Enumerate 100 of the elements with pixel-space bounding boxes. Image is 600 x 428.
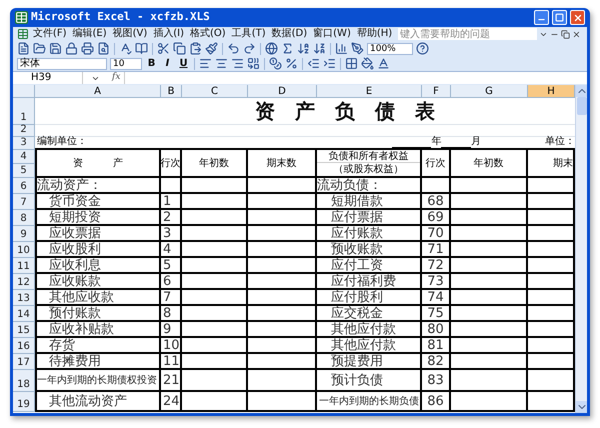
pen-icon[interactable] [351,42,364,55]
row-header[interactable]: 3 [13,137,35,150]
column-header[interactable]: B [161,85,182,98]
align-left-icon[interactable] [199,57,212,70]
help-search-field[interactable]: 键入需要帮助的问题 [398,28,538,40]
sort-ascending-icon[interactable] [297,42,310,55]
row-header[interactable]: 11 [13,258,35,274]
row-header[interactable]: 14 [13,306,35,322]
save-icon[interactable] [49,42,62,55]
table-cell [248,322,317,338]
row-header[interactable]: 5 [13,164,35,178]
help-icon[interactable] [416,42,429,55]
vertical-scrollbar[interactable] [575,85,587,413]
row-header[interactable]: 12 [13,274,35,290]
menu-item[interactable]: 编辑(E) [70,28,109,40]
undo-icon[interactable] [227,42,240,55]
row-header[interactable]: 17 [13,354,35,370]
column-header[interactable]: C [182,85,248,98]
row-header[interactable]: 4 [13,150,35,164]
lock-icon[interactable] [65,42,78,55]
table-cell [182,226,248,242]
column-header[interactable]: H [528,85,575,98]
table-cell: 应付股利 [317,290,422,306]
print-icon[interactable] [81,42,94,55]
format-button[interactable]: B [145,57,158,70]
table-cell [161,178,182,194]
table-cell: 流动负债： [317,178,422,194]
column-header[interactable]: F [422,85,451,98]
spelling-icon[interactable] [119,42,132,55]
merge-icon[interactable] [247,57,260,70]
zoom-field[interactable]: 100% [367,42,413,54]
align-right-icon[interactable] [231,57,244,70]
row-header[interactable]: 16 [13,338,35,354]
scroll-up-icon[interactable] [576,85,587,97]
menu-item[interactable]: 窗口(W) [311,28,353,40]
row-header[interactable]: 10 [13,242,35,258]
coins-icon[interactable] [269,57,282,70]
menu-item[interactable]: 文件(F) [30,28,68,40]
scroll-thumb[interactable] [577,97,587,115]
row-header[interactable]: 9 [13,226,35,242]
menu-item[interactable]: 格式(O) [188,28,228,40]
menu-item[interactable]: 数据(D) [270,28,310,40]
column-header[interactable]: G [451,85,528,98]
row-header[interactable]: 18 [13,370,35,392]
function-label[interactable]: fx [108,71,124,85]
folder-icon[interactable] [33,42,46,55]
outdent-icon[interactable] [307,57,320,70]
close-icon[interactable] [572,30,581,38]
format-button[interactable]: U [177,57,190,70]
menu-item[interactable]: 插入(I) [151,28,186,40]
close-button[interactable] [570,10,585,25]
row-header[interactable]: 6 [13,178,35,194]
scroll-down-icon[interactable] [576,401,587,413]
minimize-button[interactable] [534,10,549,25]
name-box[interactable]: H39 [13,72,83,84]
row-header[interactable]: 19 [13,392,35,412]
column-header[interactable]: D [248,85,317,98]
cut-icon[interactable] [157,42,170,55]
font-field[interactable]: 宋体 [17,58,107,70]
new-file-icon[interactable] [17,42,30,55]
row-header[interactable]: 2 [13,125,35,137]
workbook-icon[interactable] [17,28,29,40]
paste-icon[interactable] [189,42,202,55]
menu-item[interactable]: 帮助(H) [354,28,394,40]
fill-color-icon[interactable] [361,57,374,70]
menu-item[interactable]: 视图(V) [110,28,150,40]
sum-icon[interactable] [281,42,294,55]
row-header[interactable]: 1 [13,98,35,125]
row-header[interactable]: 8 [13,210,35,226]
table-cell: 83 [422,370,451,392]
table-cell: 81 [422,338,451,354]
table-cell: 86 [422,392,451,412]
row-header[interactable]: 7 [13,194,35,210]
align-center-icon[interactable] [215,57,228,70]
table-cell: 应付票据 [317,210,422,226]
column-header[interactable]: E [317,85,422,98]
row-header[interactable]: 13 [13,290,35,306]
sort-descending-icon[interactable] [313,42,326,55]
table-cell: 短期借款 [317,194,422,210]
borders-icon[interactable] [345,57,358,70]
print-preview-icon[interactable] [97,42,110,55]
percent-icon[interactable] [285,57,298,70]
table-cell [248,258,317,274]
globe-icon[interactable] [265,42,278,55]
book-icon[interactable] [135,42,148,55]
indent-icon[interactable] [323,57,336,70]
restore-icon[interactable] [561,30,570,38]
column-header[interactable]: A [35,85,161,98]
maximize-button[interactable] [552,10,567,25]
font-size-field[interactable]: 10 [110,58,142,70]
format-button[interactable]: I [161,57,174,70]
copy-icon[interactable] [173,42,186,55]
font-color-icon[interactable] [377,57,390,70]
row-header[interactable]: 15 [13,322,35,338]
brush-icon[interactable] [205,42,218,55]
maximize-icon [555,13,564,22]
chart-icon[interactable] [335,42,348,55]
redo-icon[interactable] [243,42,256,55]
menu-item[interactable]: 工具(T) [230,28,268,40]
table-cell [182,338,248,354]
